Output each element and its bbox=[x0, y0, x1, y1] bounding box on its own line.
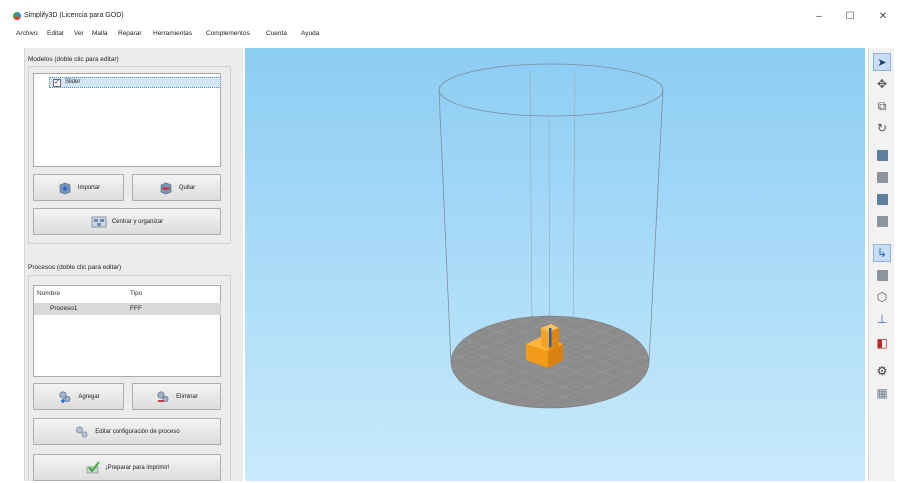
simplify3d-logo-icon bbox=[13, 12, 21, 20]
view-toolbar: ➤ ✥ ⧉ ↻ ↳ ⬡ ⊥ ◧ ⚙ ▦ bbox=[868, 48, 894, 481]
column-header-type[interactable]: Tipo bbox=[130, 290, 142, 297]
add-process-button[interactable]: Agregar bbox=[33, 383, 124, 410]
remove-label: Quitar bbox=[178, 184, 196, 191]
edit-process-settings-label: Editar configuración de proceso bbox=[95, 428, 180, 435]
axes-icon: ↳ bbox=[876, 246, 888, 260]
build-volume-scene bbox=[438, 63, 664, 409]
menu-bar: Archivo Editar Ver Malla Reparar Herrami… bbox=[10, 28, 900, 42]
print-checkmark-icon bbox=[85, 460, 101, 475]
process-name: Proceso1 bbox=[50, 305, 78, 312]
view-iso-cube-icon bbox=[876, 215, 888, 227]
view-top-button[interactable] bbox=[873, 146, 891, 164]
title-bar: Simplify3D (Licencia para GOD) – ☐ ✕ bbox=[10, 6, 900, 24]
mesh-grid-icon: ▦ bbox=[876, 386, 888, 400]
rotate-tool-button[interactable]: ↻ bbox=[873, 119, 891, 137]
cursor-arrow-icon: ➤ bbox=[877, 56, 887, 69]
build-volume-viewport[interactable] bbox=[245, 48, 865, 481]
models-list[interactable]: ✓ Slider bbox=[33, 73, 221, 167]
model-list-item[interactable]: ✓ Slider bbox=[49, 77, 221, 88]
maximize-button[interactable]: ☐ bbox=[839, 10, 861, 24]
delete-process-label: Eliminar bbox=[176, 393, 198, 400]
select-tool-button[interactable]: ➤ bbox=[873, 53, 891, 71]
models-group-label: Modelos (doble clic para editar) bbox=[28, 56, 119, 63]
view-iso-button[interactable] bbox=[873, 212, 891, 230]
remove-button[interactable]: Quitar bbox=[132, 174, 221, 201]
menu-ver[interactable]: Ver bbox=[74, 30, 84, 37]
minimize-button[interactable]: – bbox=[808, 10, 830, 24]
left-panel: Modelos (doble clic para editar) ✓ Slide… bbox=[24, 48, 243, 481]
delete-process-gears-icon bbox=[155, 390, 171, 404]
menu-malla[interactable]: Malla bbox=[92, 30, 108, 37]
view-top-cube-icon bbox=[876, 149, 888, 161]
mesh-grid-button[interactable]: ▦ bbox=[873, 384, 891, 402]
import-cube-icon bbox=[57, 181, 73, 195]
rotate-view-icon: ↻ bbox=[876, 121, 888, 135]
center-arrange-label: Centrar y organizar bbox=[111, 218, 164, 225]
menu-ayuda[interactable]: Ayuda bbox=[301, 30, 319, 37]
cross-section-icon: ◧ bbox=[876, 336, 888, 350]
pan-view-icon: ⧉ bbox=[877, 98, 887, 113]
menu-complementos[interactable]: Complementos bbox=[206, 30, 250, 37]
column-header-name[interactable]: Nombre bbox=[37, 290, 60, 297]
view-front-button[interactable] bbox=[873, 168, 891, 186]
support-tool-button[interactable]: ⊥ bbox=[873, 310, 891, 328]
settings-gear-icon: ⚙ bbox=[876, 364, 888, 378]
import-button[interactable]: Importar bbox=[33, 174, 124, 201]
support-arrow-icon: ⊥ bbox=[876, 312, 888, 326]
process-row[interactable]: Proceso1 FFF bbox=[34, 303, 221, 315]
add-process-gears-icon bbox=[57, 390, 73, 404]
move-tool-button[interactable]: ✥ bbox=[873, 75, 891, 93]
edit-process-settings-button[interactable]: Editar configuración de proceso bbox=[33, 418, 221, 445]
view-front-cube-icon bbox=[876, 171, 888, 183]
build-volume-top-ring bbox=[438, 63, 664, 117]
solid-view-button[interactable] bbox=[873, 266, 891, 284]
processes-list[interactable]: Nombre Tipo Proceso1 FFF bbox=[33, 285, 221, 377]
remove-cube-icon bbox=[158, 181, 174, 195]
view-side-button[interactable] bbox=[873, 190, 891, 208]
build-volume-left-edge bbox=[438, 89, 452, 363]
prepare-to-print-label: ¡Preparar para imprimir! bbox=[105, 464, 170, 471]
menu-archivo[interactable]: Archivo bbox=[16, 30, 38, 37]
build-volume-back-line bbox=[529, 69, 533, 339]
pan-tool-button[interactable]: ⧉ bbox=[873, 97, 891, 115]
wireframe-view-button[interactable]: ⬡ bbox=[873, 288, 891, 306]
model-visible-checkbox[interactable]: ✓ bbox=[53, 79, 61, 87]
view-side-cube-icon bbox=[876, 193, 888, 205]
process-type: FFF bbox=[130, 305, 142, 312]
process-settings-gears-icon bbox=[74, 425, 90, 439]
cross-section-button[interactable]: ◧ bbox=[873, 334, 891, 352]
prepare-to-print-button[interactable]: ¡Preparar para imprimir! bbox=[33, 454, 221, 481]
build-volume-back-line bbox=[572, 69, 576, 339]
menu-reparar[interactable]: Reparar bbox=[118, 30, 141, 37]
menu-editar[interactable]: Editar bbox=[47, 30, 64, 37]
processes-group-label: Procesos (doble clic para editar) bbox=[28, 264, 122, 271]
move-cross-icon: ✥ bbox=[876, 77, 888, 91]
delete-process-button[interactable]: Eliminar bbox=[132, 383, 221, 410]
add-process-label: Agregar bbox=[78, 393, 100, 400]
menu-herramientas[interactable]: Herramientas bbox=[153, 30, 192, 37]
settings-button[interactable]: ⚙ bbox=[873, 362, 891, 380]
axes-toggle-button[interactable]: ↳ bbox=[873, 244, 891, 262]
wireframe-cube-icon: ⬡ bbox=[876, 290, 888, 304]
model-name: Slider bbox=[65, 79, 81, 85]
window-title: Simplify3D (Licencia para GOD) bbox=[24, 12, 124, 19]
menu-cuenta[interactable]: Cuenta bbox=[266, 30, 287, 37]
build-volume-right-edge bbox=[648, 89, 664, 363]
import-label: Importar bbox=[77, 184, 101, 191]
close-button[interactable]: ✕ bbox=[872, 10, 894, 24]
arrange-layout-icon bbox=[91, 215, 107, 229]
solid-view-cube-icon bbox=[876, 269, 888, 281]
center-arrange-button[interactable]: Centrar y organizar bbox=[33, 208, 221, 235]
